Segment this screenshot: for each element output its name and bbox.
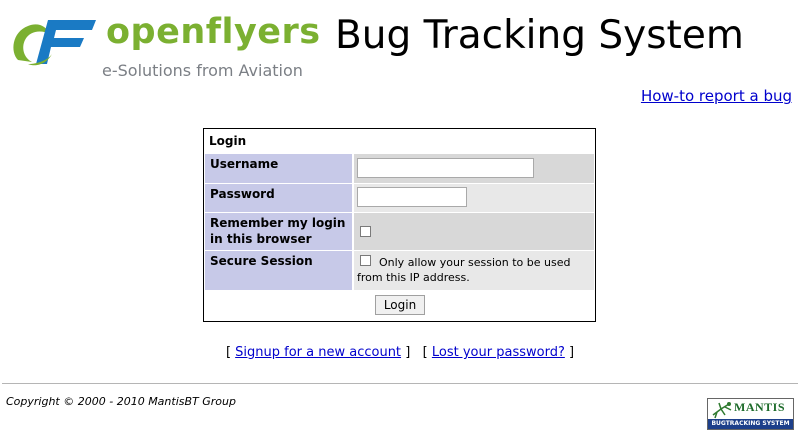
username-label: Username — [205, 154, 352, 183]
secure-session-label: Secure Session — [205, 251, 352, 290]
bracket-open: [ — [225, 345, 232, 360]
password-input[interactable] — [357, 187, 467, 207]
password-label: Password — [205, 184, 352, 212]
bracket-close: ] — [405, 345, 411, 360]
remember-login-checkbox[interactable] — [360, 226, 371, 237]
howto-report-bug-link[interactable]: How-to report a bug — [641, 87, 792, 105]
secure-session-row: Secure Session Only allow your session t… — [205, 251, 594, 290]
remember-login-row: Remember my login in this browser — [205, 213, 594, 250]
openflyers-logo[interactable]: openflyers e-Solutions from Aviation — [8, 8, 320, 84]
mantis-badge-title: MANTIS — [734, 400, 786, 414]
mantis-badge-subtitle: BUGTRACKING SYSTEM — [708, 419, 793, 429]
username-row: Username — [205, 154, 594, 183]
login-button[interactable]: Login — [375, 295, 425, 315]
password-row: Password — [205, 184, 594, 212]
account-links: [ Signup for a new account ] [ Lost your… — [0, 344, 800, 362]
login-form-title: Login — [209, 134, 247, 148]
remember-login-label: Remember my login in this browser — [205, 213, 352, 250]
bracket-close: ] — [568, 345, 575, 360]
mantis-badge[interactable]: MANTIS BUGTRACKING SYSTEM — [707, 398, 794, 430]
page: openflyers e-Solutions from Aviation Bug… — [0, 0, 800, 438]
openflyers-logo-icon — [13, 20, 96, 66]
signup-link[interactable]: Signup for a new account — [235, 345, 401, 360]
lost-password-link[interactable]: Lost your password? — [432, 345, 565, 360]
bracket-open: [ — [422, 345, 428, 360]
site-title: Bug Tracking System — [335, 13, 744, 58]
logo-tagline: e-Solutions from Aviation — [102, 61, 303, 80]
logo-wordmark: openflyers — [106, 12, 321, 52]
secure-session-description: Only allow your session to be used from … — [357, 256, 571, 284]
mantis-bug-icon — [712, 402, 732, 419]
login-form: Login Username Password Remember my logi… — [203, 128, 596, 322]
username-input[interactable] — [357, 158, 534, 178]
copyright-text: Copyright © 2000 - 2010 MantisBT Group — [6, 395, 236, 408]
footer-divider — [2, 383, 798, 384]
